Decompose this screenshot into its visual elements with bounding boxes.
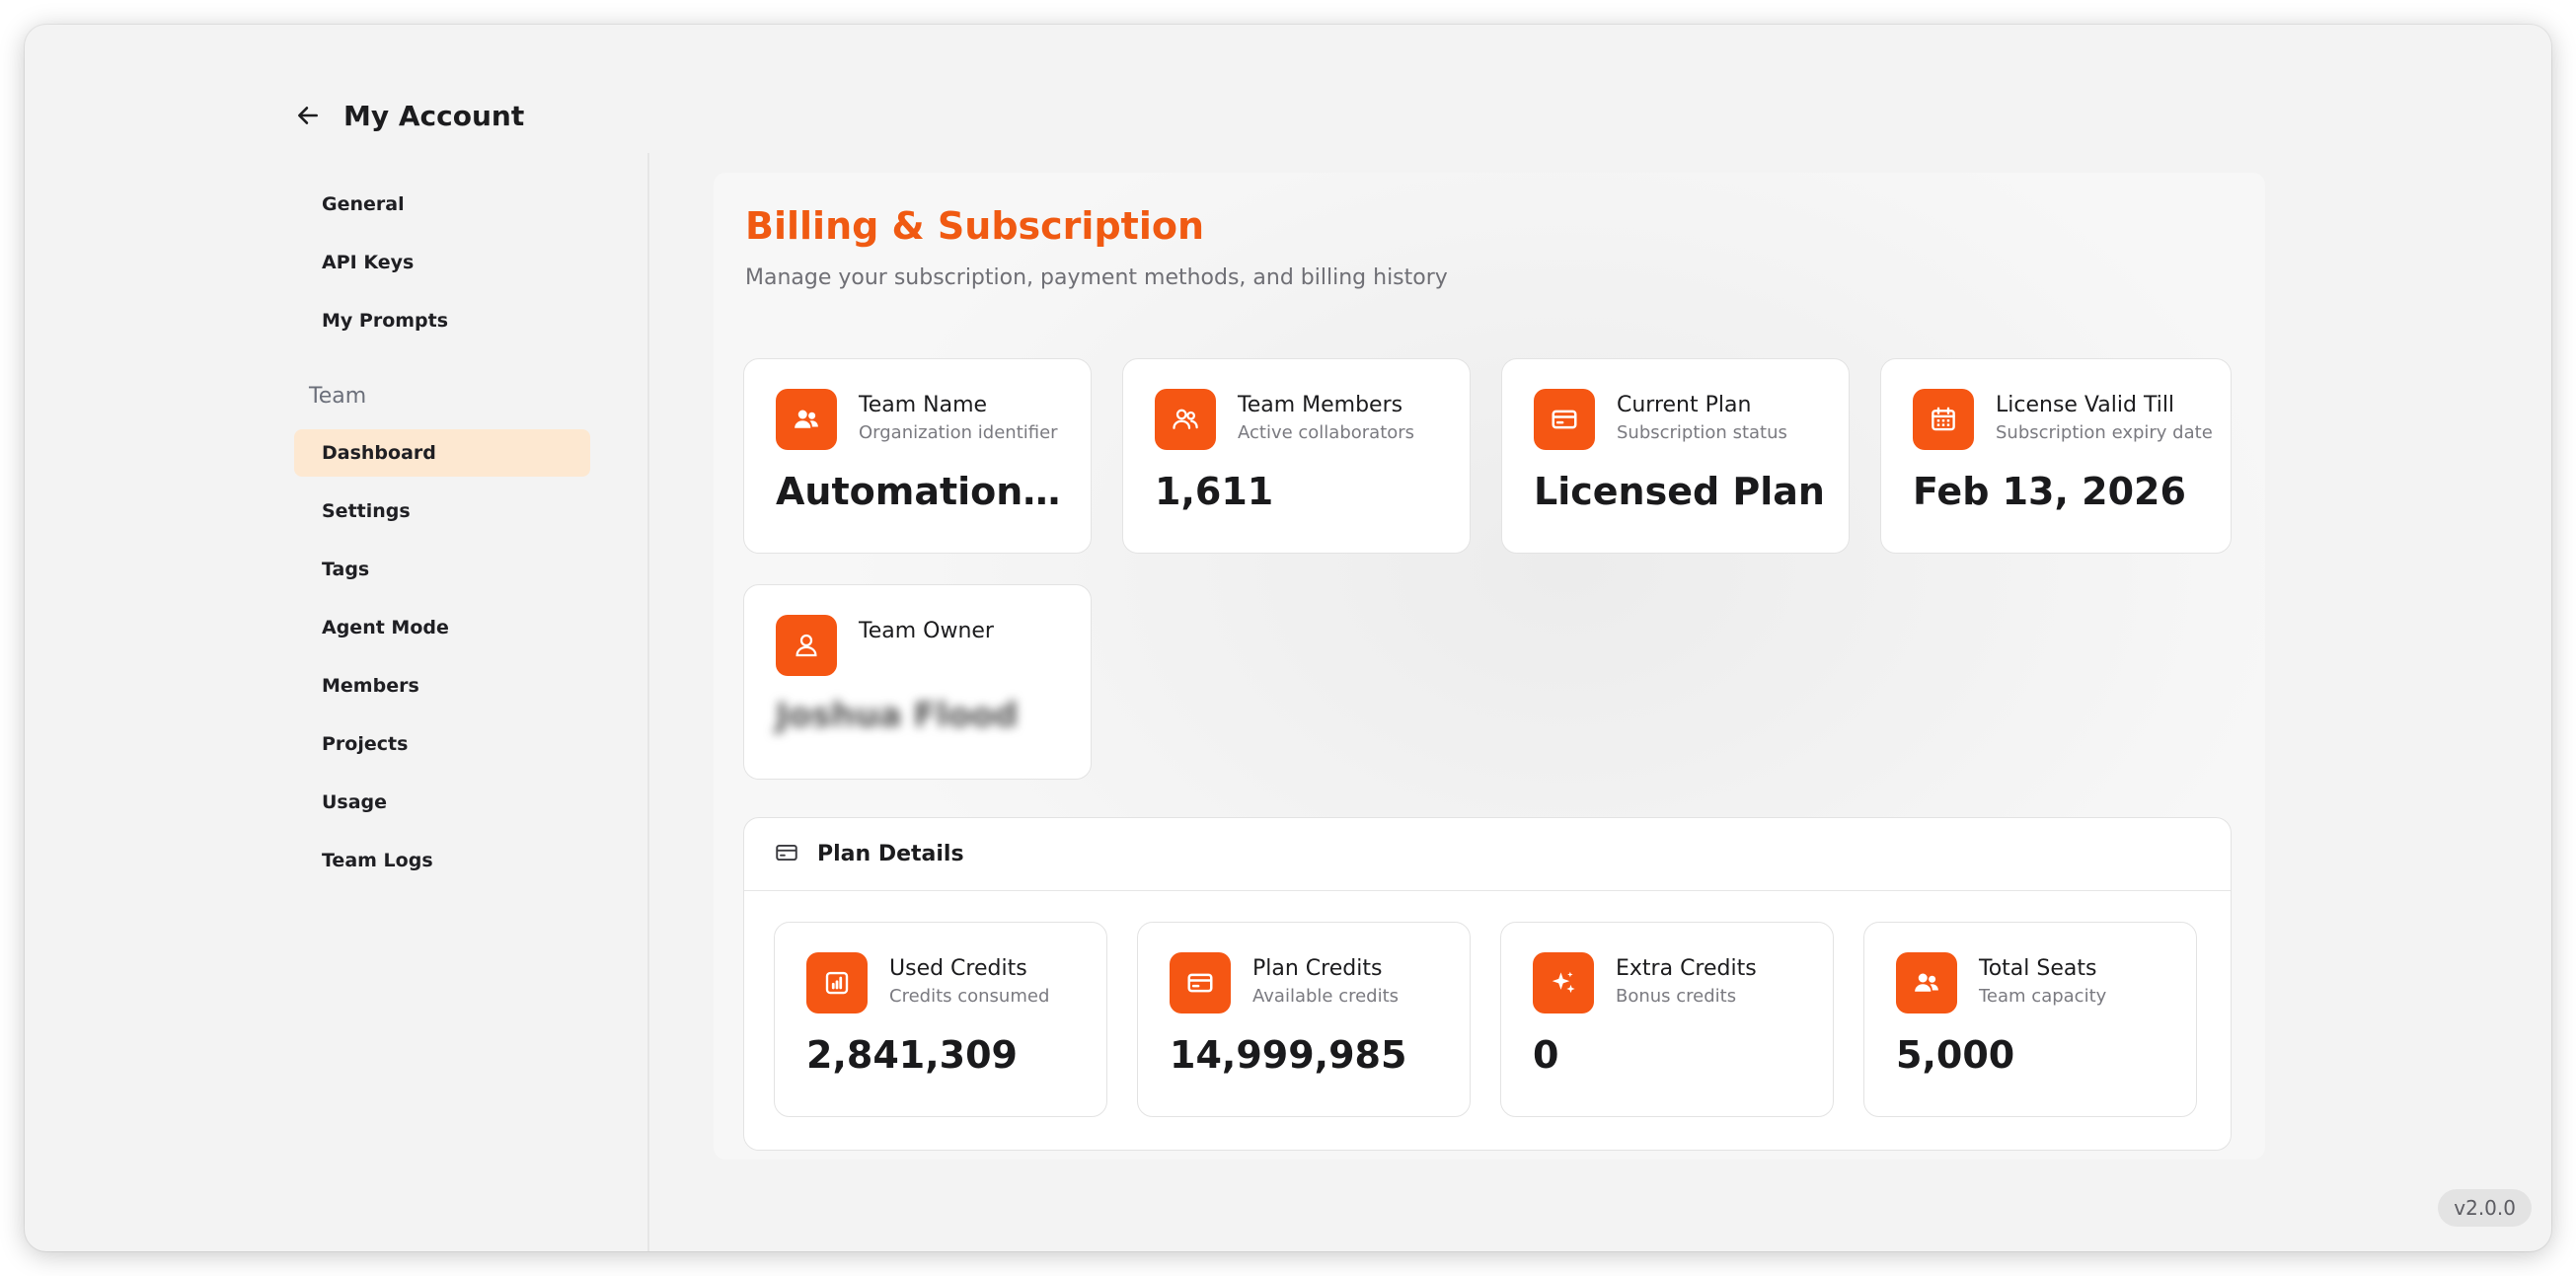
total-seats-value: 5,000 bbox=[1896, 1033, 2015, 1077]
card-subtitle: Subscription status bbox=[1617, 422, 1787, 443]
header: My Account bbox=[294, 94, 524, 137]
current-plan-card: Current Plan Subscription status License… bbox=[1501, 358, 1850, 554]
total-seats-card: Total Seats Team capacity 5,000 bbox=[1863, 922, 2197, 1117]
plan-credits-card: Plan Credits Available credits 14,999,98… bbox=[1137, 922, 1471, 1117]
card-subtitle: Active collaborators bbox=[1238, 422, 1415, 443]
billing-title: Billing & Subscription bbox=[745, 204, 1204, 248]
extra-credits-card: Extra Credits Bonus credits 0 bbox=[1500, 922, 1834, 1117]
sidebar-item-projects[interactable]: Projects bbox=[294, 720, 590, 768]
card-title: Team Owner bbox=[859, 619, 994, 643]
sidebar-item-dashboard[interactable]: Dashboard bbox=[294, 429, 590, 477]
team-owner-value: Joshua Flood bbox=[776, 696, 1019, 735]
arrow-left-icon[interactable] bbox=[294, 102, 322, 129]
billing-panel: Billing & Subscription Manage your subsc… bbox=[714, 173, 2265, 1160]
sparkle-icon bbox=[1533, 952, 1594, 1013]
team-name-card: Team Name Organization identifier Automa… bbox=[743, 358, 1092, 554]
card-title: Current Plan bbox=[1617, 393, 1752, 417]
extra-credits-value: 0 bbox=[1533, 1033, 1559, 1077]
card-subtitle: Credits consumed bbox=[889, 986, 1050, 1007]
plan-details-section: Plan Details Used Credits Credits consum… bbox=[743, 817, 2232, 1151]
credit-card-icon bbox=[774, 840, 799, 869]
card-subtitle: Team capacity bbox=[1979, 986, 2107, 1007]
sidebar-item-settings[interactable]: Settings bbox=[294, 488, 590, 535]
bar-chart-icon bbox=[806, 952, 868, 1013]
sidebar-item-tags[interactable]: Tags bbox=[294, 546, 590, 593]
sidebar-item-team-logs[interactable]: Team Logs bbox=[294, 837, 590, 884]
team-name-value: Automation A... bbox=[776, 470, 1072, 513]
sidebar-item-general[interactable]: General bbox=[294, 181, 590, 228]
plan-details-header: Plan Details bbox=[744, 818, 2231, 891]
card-subtitle: Available credits bbox=[1252, 986, 1400, 1007]
calendar-icon bbox=[1913, 389, 1974, 450]
plan-credits-value: 14,999,985 bbox=[1170, 1033, 1407, 1077]
card-subtitle: Organization identifier bbox=[859, 422, 1058, 443]
version-badge: v2.0.0 bbox=[2438, 1189, 2532, 1227]
credit-card-icon bbox=[1534, 389, 1595, 450]
users-outline-icon bbox=[1155, 389, 1216, 450]
users-icon bbox=[1896, 952, 1957, 1013]
users-icon bbox=[776, 389, 837, 450]
sidebar-item-api-keys[interactable]: API Keys bbox=[294, 239, 590, 286]
team-members-card: Team Members Active collaborators 1,611 bbox=[1122, 358, 1471, 554]
team-owner-card: Team Owner Joshua Flood bbox=[743, 584, 1092, 780]
sidebar-divider bbox=[647, 153, 649, 1251]
user-icon bbox=[776, 615, 837, 676]
app-window: My Account General API Keys My Prompts T… bbox=[25, 25, 2551, 1251]
sidebar-item-my-prompts[interactable]: My Prompts bbox=[294, 297, 590, 344]
used-credits-card: Used Credits Credits consumed 2,841,309 bbox=[774, 922, 1107, 1117]
card-subtitle: Subscription expiry date bbox=[1996, 422, 2213, 443]
page-title: My Account bbox=[343, 99, 525, 132]
sidebar-group-team: Team bbox=[309, 383, 367, 409]
card-title: Plan Credits bbox=[1252, 956, 1383, 981]
sidebar-item-agent-mode[interactable]: Agent Mode bbox=[294, 604, 590, 651]
card-title: Total Seats bbox=[1979, 956, 2097, 981]
card-title: License Valid Till bbox=[1996, 393, 2175, 417]
license-valid-card: License Valid Till Subscription expiry d… bbox=[1880, 358, 2232, 554]
card-title: Used Credits bbox=[889, 956, 1027, 981]
credit-card-icon bbox=[1170, 952, 1231, 1013]
sidebar-item-members[interactable]: Members bbox=[294, 662, 590, 710]
current-plan-value: Licensed Plan bbox=[1534, 470, 1825, 513]
sidebar: General API Keys My Prompts Team Dashboa… bbox=[294, 181, 615, 895]
license-valid-value: Feb 13, 2026 bbox=[1913, 470, 2186, 513]
plan-details-title: Plan Details bbox=[817, 842, 964, 866]
card-title: Extra Credits bbox=[1616, 956, 1757, 981]
used-credits-value: 2,841,309 bbox=[806, 1033, 1018, 1077]
card-title: Team Name bbox=[859, 393, 988, 417]
card-subtitle: Bonus credits bbox=[1616, 986, 1737, 1007]
sidebar-item-usage[interactable]: Usage bbox=[294, 779, 590, 826]
billing-subtitle: Manage your subscription, payment method… bbox=[745, 265, 1448, 290]
team-members-value: 1,611 bbox=[1155, 470, 1274, 513]
card-title: Team Members bbox=[1238, 393, 1403, 417]
